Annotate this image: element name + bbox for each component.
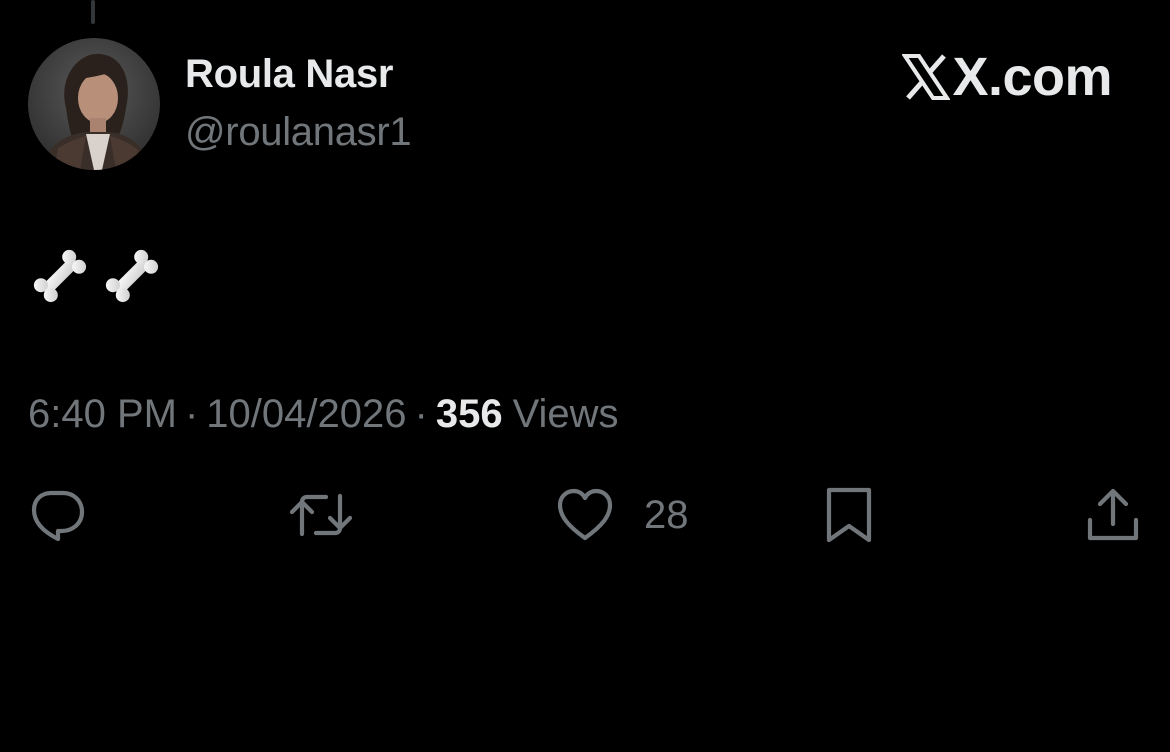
bone-icon (102, 244, 162, 308)
reply-icon (28, 486, 86, 544)
bookmark-button[interactable] (824, 486, 874, 544)
views-label[interactable]: Views (513, 392, 619, 436)
reply-button[interactable] (28, 486, 86, 544)
author-display-name[interactable]: Roula Nasr (185, 52, 393, 97)
thread-connector-line (91, 0, 95, 24)
tweet-time[interactable]: 6:40 PM (28, 392, 177, 436)
brand-logo: X.com (901, 47, 1112, 107)
share-icon (1084, 486, 1142, 544)
meta-separator: · (184, 392, 199, 436)
x-logo-icon (901, 53, 952, 101)
like-count: 28 (644, 492, 689, 537)
avatar[interactable] (28, 38, 160, 170)
meta-separator: · (414, 392, 428, 436)
brand-domain-text: X.com (952, 47, 1112, 107)
tweet-actions-bar: 28 (0, 486, 1170, 546)
bone-icon (30, 244, 90, 308)
author-handle[interactable]: @roulanasr1 (185, 110, 412, 155)
tweet-text (30, 244, 162, 308)
heart-icon (556, 486, 614, 544)
views-count[interactable]: 356 (436, 392, 503, 436)
tweet-metadata: 6:40 PM · 10/04/2026 · 356 Views (28, 392, 619, 437)
share-button[interactable] (1084, 486, 1142, 544)
bookmark-icon (824, 486, 874, 544)
retweet-icon (288, 486, 354, 544)
retweet-button[interactable] (288, 486, 354, 544)
like-button[interactable]: 28 (556, 486, 689, 544)
avatar-image (28, 38, 160, 170)
tweet-date[interactable]: 10/04/2026 (206, 392, 406, 436)
